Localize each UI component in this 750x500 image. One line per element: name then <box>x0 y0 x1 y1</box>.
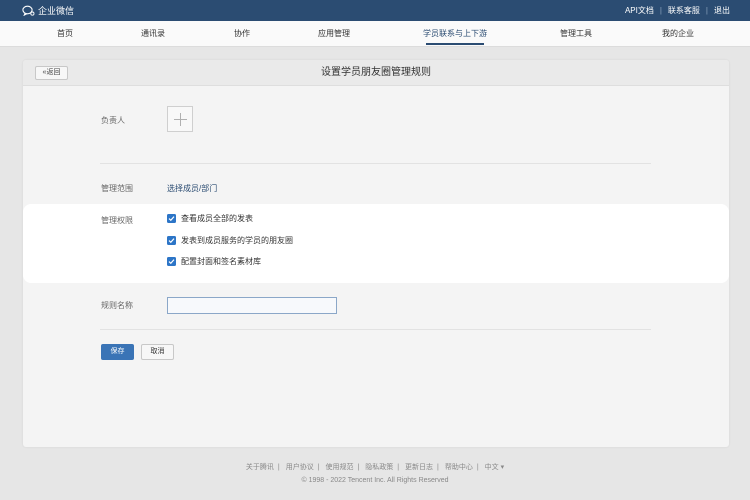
footer-link[interactable]: 更新日志 <box>405 464 433 471</box>
logo[interactable]: 企业微信 <box>22 3 74 18</box>
footer-link[interactable]: 关于腾讯 <box>246 464 274 471</box>
divider <box>100 163 651 164</box>
separator: | <box>659 6 662 15</box>
checkbox-checked-icon[interactable] <box>167 257 176 266</box>
owner-label: 负责人 <box>101 116 125 125</box>
nav-my-enterprise[interactable]: 我的企业 <box>662 21 694 46</box>
language-selector[interactable]: 中文 ▾ <box>485 464 504 471</box>
footer-link[interactable]: 使用规范 <box>325 464 353 471</box>
rule-name-label: 规则名称 <box>101 301 133 310</box>
footer-link[interactable]: 用户协议 <box>286 464 314 471</box>
copyright: © 1998 - 2022 Tencent Inc. All Rights Re… <box>301 477 449 484</box>
top-bar: 企业微信 API文档 | 联系客服 | 退出 <box>0 0 750 21</box>
separator: | <box>705 6 708 15</box>
wecom-logo-icon <box>22 5 35 16</box>
nav-contacts[interactable]: 通讯录 <box>141 21 165 46</box>
nav-collaboration[interactable]: 协作 <box>234 21 250 46</box>
footer-link[interactable]: 帮助中心 <box>445 464 473 471</box>
permission-option-label: 发表到成员服务的学员的朋友圈 <box>181 236 293 245</box>
permission-option-label: 查看成员全部的发表 <box>181 214 253 223</box>
nav-management-tools[interactable]: 管理工具 <box>560 21 592 46</box>
nav-home[interactable]: 首页 <box>57 21 73 46</box>
active-tab-indicator <box>426 43 484 45</box>
rule-name-input[interactable] <box>167 297 337 314</box>
permissions-label: 管理权限 <box>101 216 133 225</box>
main-nav: 首页 通讯录 协作 应用管理 学员联系与上下游 管理工具 我的企业 <box>0 21 750 47</box>
logout-link[interactable]: 退出 <box>714 5 730 16</box>
caret-down-icon: ▾ <box>500 464 505 471</box>
contact-support-link[interactable]: 联系客服 <box>668 5 700 16</box>
permission-option-label: 配置封面和签名素材库 <box>181 257 261 266</box>
select-members-link[interactable]: 选择成员/部门 <box>167 183 217 194</box>
footer-link[interactable]: 隐私政策 <box>365 464 393 471</box>
logo-text: 企业微信 <box>38 6 75 16</box>
checkbox-checked-icon[interactable] <box>167 214 176 223</box>
checkbox-checked-icon[interactable] <box>167 236 176 245</box>
permission-option[interactable]: 配置封面和签名素材库 <box>167 256 261 267</box>
language-label: 中文 <box>484 464 499 471</box>
save-button[interactable]: 保存 <box>101 344 134 360</box>
scope-label: 管理范围 <box>101 184 133 193</box>
permission-option[interactable]: 发表到成员服务的学员的朋友圈 <box>167 235 293 246</box>
add-owner-button[interactable] <box>167 106 193 132</box>
page-title: 设置学员朋友圈管理规则 <box>321 67 431 78</box>
top-links: API文档 | 联系客服 | 退出 <box>625 0 730 21</box>
permission-option[interactable]: 查看成员全部的发表 <box>167 213 253 224</box>
footer-links: 关于腾讯 | 用户协议 | 使用规范 | 隐私政策 | 更新日志 | 帮助中心 | 中文 ▾ <box>245 464 505 471</box>
divider <box>100 329 651 330</box>
api-docs-link[interactable]: API文档 <box>625 5 654 16</box>
nav-app-management[interactable]: 应用管理 <box>318 21 350 46</box>
card-header: «返回 设置学员朋友圈管理规则 <box>23 60 729 86</box>
cancel-button[interactable]: 取消 <box>141 344 174 360</box>
